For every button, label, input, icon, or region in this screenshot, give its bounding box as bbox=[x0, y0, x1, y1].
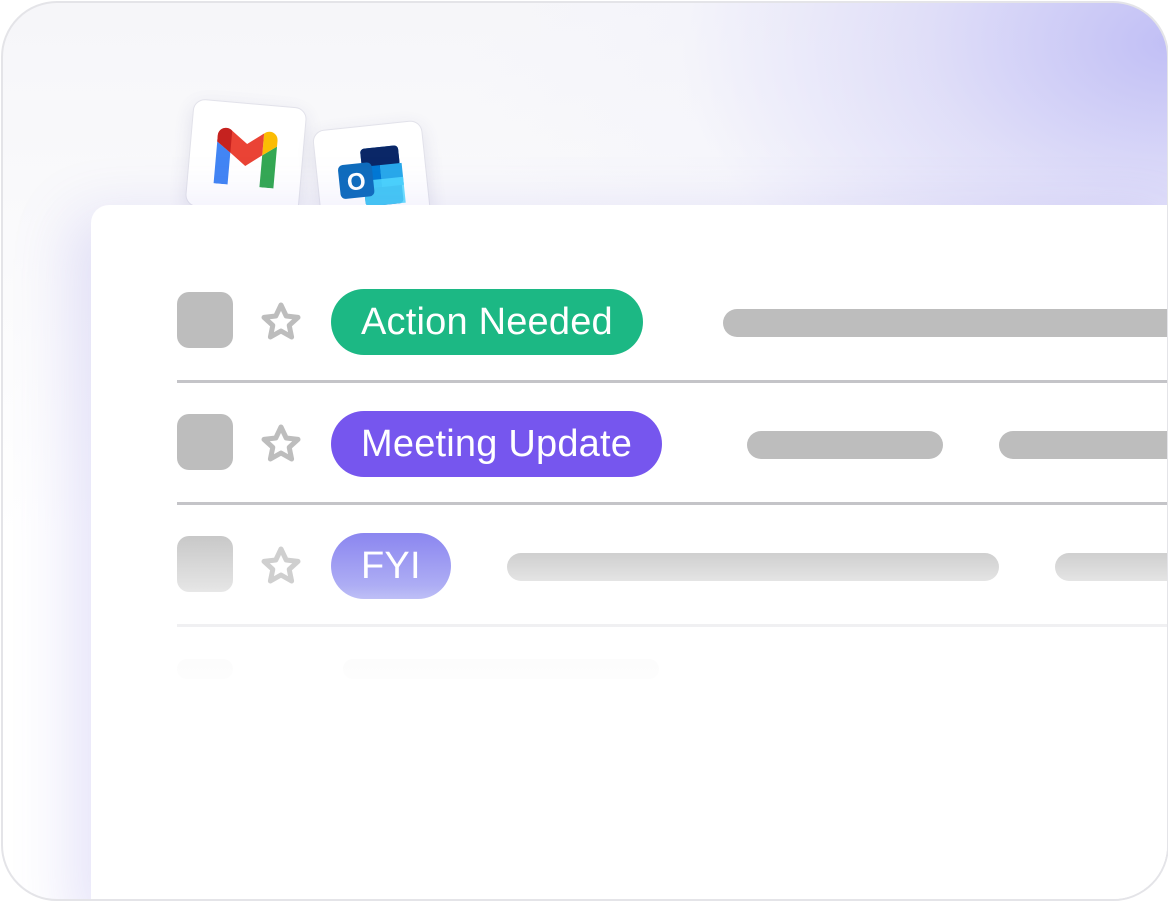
email-row[interactable]: Action Needed bbox=[177, 289, 1167, 355]
sender-placeholder-bar bbox=[747, 431, 943, 459]
gmail-tile bbox=[184, 98, 308, 216]
outlook-letter: O bbox=[346, 168, 367, 197]
label-fyi[interactable]: FYI bbox=[331, 533, 451, 599]
outlook-icon: O bbox=[338, 145, 406, 207]
gmail-icon bbox=[213, 127, 278, 189]
row-checkbox[interactable] bbox=[177, 292, 233, 348]
label-meeting-update[interactable]: Meeting Update bbox=[331, 411, 663, 477]
subject-placeholder-bar bbox=[723, 309, 1167, 337]
row-checkbox[interactable] bbox=[177, 414, 233, 470]
row-divider bbox=[177, 624, 1167, 627]
list-fade-overlay bbox=[91, 585, 1167, 899]
star-icon[interactable] bbox=[259, 545, 303, 585]
subject-placeholder-bar bbox=[1055, 553, 1167, 581]
email-row-faded bbox=[177, 655, 1167, 719]
email-row[interactable]: FYI bbox=[177, 533, 1167, 599]
subject-placeholder-bar bbox=[999, 431, 1167, 459]
star-icon[interactable] bbox=[259, 423, 303, 463]
label-action-needed[interactable]: Action Needed bbox=[331, 289, 643, 355]
email-list-panel: Action Needed Meeting Update FYI bbox=[91, 205, 1167, 899]
row-divider bbox=[177, 502, 1167, 505]
row-divider bbox=[177, 380, 1167, 383]
placeholder-bar bbox=[343, 659, 659, 679]
star-icon[interactable] bbox=[259, 301, 303, 341]
illustration-frame: O Action Needed Meeting Update FYI bbox=[1, 1, 1168, 901]
row-checkbox bbox=[177, 659, 233, 679]
email-row[interactable]: Meeting Update bbox=[177, 411, 1167, 477]
row-checkbox[interactable] bbox=[177, 536, 233, 592]
sender-placeholder-bar bbox=[507, 553, 999, 581]
